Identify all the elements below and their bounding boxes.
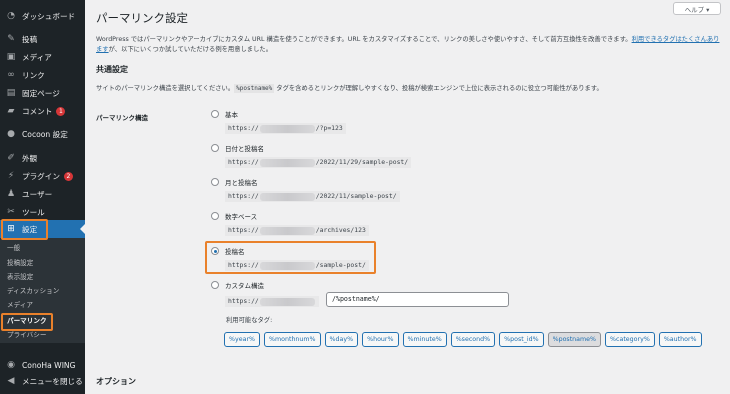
plugin-update-badge: 2 — [63, 171, 73, 181]
admin-sidebar: ◔ ダッシュボード ✎ 投稿 ▣ メディア ∞ リンク ▤ 固定ページ ▰ コメント 1 ● C… — [0, 0, 85, 394]
redacted-domain — [259, 226, 315, 235]
conoha-icon: ◉ — [7, 360, 15, 370]
sidebar-item-users[interactable]: ♟ ユーザー — [0, 185, 85, 203]
tag-year-button[interactable]: %year% — [224, 332, 261, 347]
settings-highlight — [1, 219, 48, 240]
tag-post-id-button[interactable]: %post_id% — [499, 332, 544, 347]
sidebar-item-pages[interactable]: ▤ 固定ページ — [0, 84, 85, 102]
sidebar-item-dashboard[interactable]: ◔ ダッシュボード — [0, 7, 85, 25]
available-tags-label: 利用可能なタグ: — [226, 317, 273, 324]
page-icon: ▤ — [6, 88, 16, 98]
tag-category-button[interactable]: %category% — [605, 332, 655, 347]
common-settings-heading: 共通設定 — [96, 65, 128, 74]
redacted-domain — [259, 158, 315, 167]
link-icon: ∞ — [7, 70, 15, 80]
redacted-domain — [259, 124, 315, 133]
tag-postname-button[interactable]: %postname% — [547, 332, 602, 347]
radio-month-name[interactable] — [211, 178, 219, 186]
collapse-menu-button[interactable]: ◀ メニューを閉じる — [0, 372, 85, 390]
comment-icon: ▰ — [7, 106, 15, 116]
permalinks-highlight — [1, 313, 53, 331]
tag-second-button[interactable]: %second% — [450, 332, 496, 347]
sidebar-item-comments[interactable]: ▰ コメント 1 — [0, 102, 85, 120]
common-settings-description: サイトのパーマリンク構造を選択してください。 %postname% タグを含めると… — [96, 84, 603, 93]
tag-hour-button[interactable]: %hour% — [362, 332, 399, 347]
submenu-media[interactable]: メディア — [7, 299, 33, 309]
sidebar-item-links[interactable]: ∞ リンク — [0, 66, 85, 84]
example-url: https:///?p=123 — [225, 123, 346, 134]
brush-icon: ✐ — [7, 153, 15, 163]
radio-numeric[interactable] — [211, 212, 219, 220]
main-content: ヘルプ ▾ パーマリンク設定 WordPress ではパーマリンクやアーカイブに… — [85, 0, 730, 394]
media-icon: ▣ — [6, 52, 16, 62]
user-icon: ♟ — [6, 189, 16, 199]
example-url: https:///archives/123 — [225, 225, 369, 236]
page-description: WordPress ではパーマリンクやアーカイブにカスタム URL 構造を使うこ… — [96, 36, 720, 53]
custom-structure-input[interactable]: /%postname%/ — [326, 292, 509, 307]
comment-count-badge: 1 — [56, 106, 66, 116]
plugin-icon: ⚡ — [7, 171, 15, 181]
wrench-icon: ✂ — [7, 207, 15, 217]
submenu-discussion[interactable]: ディスカッション — [7, 285, 59, 295]
tag-day-button[interactable]: %day% — [324, 332, 359, 347]
sidebar-item-appearance[interactable]: ✐ 外観 — [0, 149, 85, 167]
options-heading: オプション — [96, 377, 136, 386]
submenu-reading[interactable]: 表示設定 — [7, 271, 33, 281]
help-button[interactable]: ヘルプ ▾ — [673, 2, 721, 15]
radio-plain[interactable] — [211, 110, 219, 118]
tag-buttons: %year% %monthnum% %day% %hour% %minute% … — [224, 332, 702, 347]
submenu-general[interactable]: 一般 — [7, 242, 20, 252]
tag-monthnum-button[interactable]: %monthnum% — [264, 332, 321, 347]
sidebar-item-cocoon[interactable]: ● Cocoon 設定 — [0, 125, 85, 143]
redacted-domain — [259, 297, 315, 306]
page-title: パーマリンク設定 — [96, 11, 188, 25]
tag-minute-button[interactable]: %minute% — [402, 332, 447, 347]
post-name-highlight — [205, 241, 376, 274]
example-url: https:// — [225, 296, 319, 307]
submenu-writing[interactable]: 投稿設定 — [7, 257, 33, 267]
example-url: https:///2022/11/29/sample-post/ — [225, 157, 412, 168]
radio-custom[interactable] — [211, 281, 219, 289]
dashboard-icon: ◔ — [7, 11, 15, 21]
example-url: https:///2022/11/sample-post/ — [225, 191, 400, 202]
sidebar-item-posts[interactable]: ✎ 投稿 — [0, 30, 85, 48]
radio-day-name[interactable] — [211, 144, 219, 152]
redacted-domain — [259, 192, 315, 201]
collapse-icon: ◀ — [7, 376, 15, 386]
tag-author-button[interactable]: %author% — [658, 332, 702, 347]
sidebar-item-media[interactable]: ▣ メディア — [0, 48, 85, 66]
pin-icon: ✎ — [7, 34, 15, 44]
permalink-structure-label: パーマリンク構造 — [96, 114, 148, 122]
cocoon-icon: ● — [7, 129, 15, 139]
sidebar-item-plugins[interactable]: ⚡ プラグイン 2 — [0, 167, 85, 185]
